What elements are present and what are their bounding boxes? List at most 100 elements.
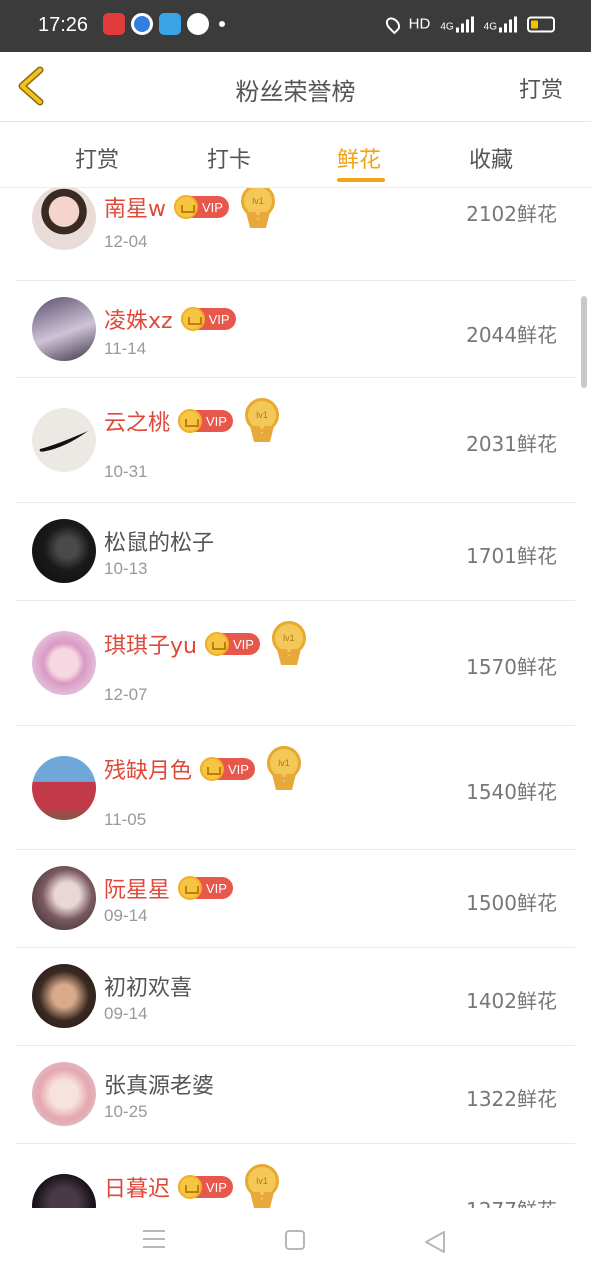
user-name[interactable]: 琪琪子yu: [104, 628, 197, 660]
user-name[interactable]: 日暮迟: [104, 1171, 170, 1203]
status-time: 17:26: [38, 14, 89, 36]
avatar[interactable]: [32, 297, 96, 361]
reward-button[interactable]: 打赏: [519, 72, 563, 104]
list-item[interactable]: 云之桃 VIP lv1 10-31 2031鲜花: [16, 378, 575, 503]
avatar[interactable]: [32, 631, 96, 695]
date-label: 09-14: [104, 1004, 148, 1023]
list-item[interactable]: 初初欢喜 09-14 1402鲜花: [16, 948, 575, 1046]
list-scrollbar[interactable]: [581, 296, 587, 388]
heart-app-icon: [103, 13, 125, 35]
flower-count: 1701鲜花: [466, 544, 557, 568]
flower-count: 1500鲜花: [466, 891, 557, 915]
signal-4g-2: 4G: [484, 16, 517, 32]
date-label: 12-07: [104, 685, 148, 704]
tab-favorites[interactable]: 收藏: [469, 142, 513, 174]
page-header: 粉丝荣誉榜 打赏: [0, 52, 591, 122]
list-item[interactable]: 阮星星 VIP 09-14 1500鲜花: [16, 850, 575, 948]
vip-badge: VIP: [180, 307, 236, 331]
vip-badge: VIP: [204, 632, 260, 656]
flower-count: 1570鲜花: [466, 655, 557, 679]
name-line: 日暮迟 VIP lv1: [104, 1164, 279, 1208]
vip-badge: VIP: [200, 757, 255, 781]
tab-flowers[interactable]: 鲜花: [337, 142, 381, 174]
back-nav-button[interactable]: [424, 1230, 446, 1258]
medal-label: lv1: [278, 758, 290, 768]
name-line: 凌姝xz VIP: [104, 303, 236, 335]
vip-label: VIP: [202, 199, 223, 215]
flower-count: 1402鲜花: [466, 989, 557, 1013]
avatar[interactable]: [32, 756, 96, 820]
avatar[interactable]: [32, 519, 96, 583]
name-line: 张真源老婆: [104, 1068, 214, 1100]
medal-label: lv1: [256, 410, 268, 420]
user-name[interactable]: 阮星星: [104, 872, 170, 904]
name-line: 阮星星 VIP: [104, 872, 233, 904]
avatar[interactable]: [32, 188, 96, 250]
signal-label-2: 4G: [483, 21, 497, 32]
list-item[interactable]: 日暮迟 VIP lv1 1277鲜花: [16, 1144, 575, 1208]
level-medal-icon: lv1: [271, 621, 306, 667]
recent-apps-button[interactable]: [143, 1230, 165, 1254]
signal-bars-icon: [499, 16, 517, 32]
signal-label-1: 4G: [440, 21, 454, 32]
user-name[interactable]: 初初欢喜: [104, 970, 192, 1002]
user-name[interactable]: 南星w: [104, 191, 166, 223]
nike-logo-icon: [39, 431, 88, 452]
flower-count: 2031鲜花: [466, 432, 557, 456]
list-item[interactable]: 残缺月色 VIP lv1 11-05 1540鲜花: [16, 726, 575, 850]
list-item[interactable]: 松鼠的松子 10-13 1701鲜花: [16, 503, 575, 601]
date-label: 11-14: [104, 339, 147, 358]
user-name[interactable]: 张真源老婆: [104, 1068, 214, 1100]
list-item[interactable]: 凌姝xz VIP 11-14 2044鲜花: [16, 281, 575, 378]
user-name[interactable]: 残缺月色: [104, 753, 192, 785]
date-label: 10-31: [104, 462, 148, 481]
level-medal-icon: lv1: [240, 188, 275, 230]
vip-badge: VIP: [178, 409, 233, 433]
list-item[interactable]: 南星w VIP lv1 12-04 2102鲜花: [16, 188, 575, 281]
avatar[interactable]: [32, 1174, 96, 1208]
user-name[interactable]: 松鼠的松子: [104, 525, 214, 557]
system-nav-bar: [0, 1208, 591, 1280]
medal-label: lv1: [256, 1176, 268, 1186]
date-label: 09-14: [104, 906, 148, 925]
crown-icon: [178, 1175, 203, 1199]
tab-reward[interactable]: 打赏: [75, 142, 119, 174]
avatar[interactable]: [32, 408, 96, 472]
flower-count: 2102鲜花: [466, 202, 557, 226]
level-medal-icon: lv1: [244, 398, 279, 444]
network-label: HD: [408, 15, 431, 33]
flower-count: 2044鲜花: [466, 323, 557, 347]
vip-label: VIP: [228, 761, 249, 777]
avatar[interactable]: [32, 964, 96, 1028]
flower-count: 1540鲜花: [466, 780, 557, 804]
tab-checkin[interactable]: 打卡: [207, 142, 251, 174]
battery-icon: [527, 16, 555, 32]
avatar[interactable]: [32, 1062, 96, 1126]
name-line: 云之桃 VIP lv1: [104, 398, 279, 444]
user-name[interactable]: 云之桃: [104, 405, 170, 437]
flower-count: 1322鲜花: [466, 1087, 557, 1111]
crown-icon: [204, 632, 229, 656]
map-app-icon: [159, 13, 181, 35]
ranking-list[interactable]: 南星w VIP lv1 12-04 2102鲜花 凌姝xz VIP 11-14 …: [0, 188, 591, 1208]
triangle-back-icon: [425, 1231, 445, 1253]
list-item[interactable]: 张真源老婆 10-25 1322鲜花: [16, 1046, 575, 1144]
crown-icon: [178, 876, 203, 900]
vip-badge: VIP: [178, 1175, 233, 1199]
signal-bars-icon: [455, 16, 474, 32]
vip-label: VIP: [232, 636, 254, 652]
active-tab-indicator: [337, 178, 385, 182]
list-item[interactable]: 琪琪子yu VIP lv1 12-07 1570鲜花: [16, 601, 575, 726]
crown-icon: [180, 307, 205, 331]
crown-icon: [200, 757, 225, 781]
name-line: 南星w VIP lv1: [104, 188, 275, 230]
user-name[interactable]: 凌姝xz: [104, 303, 173, 335]
more-notifications-dot: [219, 21, 225, 27]
home-button[interactable]: [285, 1230, 305, 1250]
page-title: 粉丝荣誉榜: [235, 78, 356, 106]
vip-label: VIP: [206, 413, 227, 429]
avatar[interactable]: [32, 866, 96, 930]
date-label: 12-04: [104, 232, 148, 251]
name-line: 松鼠的松子: [104, 525, 214, 557]
location-icon: [382, 14, 403, 34]
